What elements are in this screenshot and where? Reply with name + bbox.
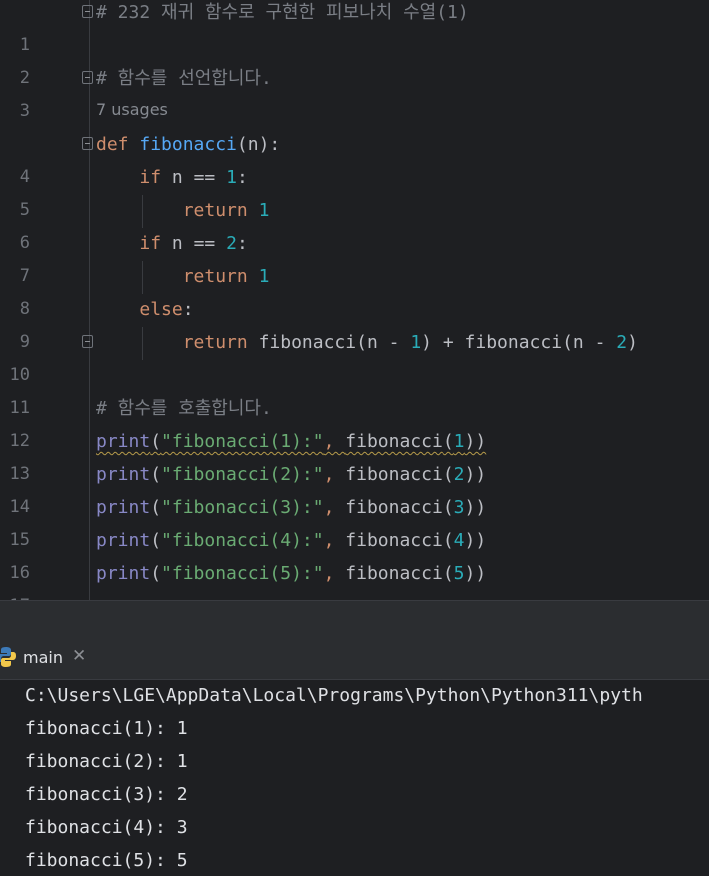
python-icon [0, 646, 16, 668]
code-line[interactable]: 15 print("fibonacci(3):", fibonacci(3)) [0, 491, 709, 550]
param-name: n [247, 134, 259, 155]
keyword-def: def [96, 134, 129, 155]
code-line[interactable]: 9 else: [0, 293, 709, 352]
close-icon[interactable]: ✕ [72, 646, 86, 666]
call-name: fibonacci [345, 497, 443, 518]
comment-text: # 함수를 호출합니다. [96, 398, 272, 419]
run-console-output[interactable]: C:\Users\LGE\AppData\Local\Programs\Pyth… [0, 680, 709, 876]
code-line[interactable]: 13 print("fibonacci(1):", fibonacci(1)) [0, 425, 709, 484]
string-literal: "fibonacci(2):" [161, 464, 324, 485]
comment-text: # 232 재귀 함수로 구현한 피보나치 수열(1) [96, 2, 469, 23]
console-line: fibonacci(2): 1 [25, 751, 188, 772]
number-literal: 1 [410, 332, 422, 353]
number-literal: 2 [453, 464, 465, 485]
builtin-print: print [96, 497, 151, 518]
keyword-if: if [139, 167, 162, 188]
string-literal: "fibonacci(5):" [161, 563, 324, 584]
param-name: n [171, 233, 183, 254]
operator: == [193, 167, 216, 188]
string-literal: "fibonacci(1):" [161, 431, 324, 452]
keyword-else: else [139, 299, 183, 320]
call-name: fibonacci [258, 332, 357, 353]
code-line[interactable]: 17 print("fibonacci(5):", fibonacci(5)) [0, 557, 709, 600]
call-name: fibonacci [345, 530, 443, 551]
fold-icon[interactable] [82, 335, 93, 348]
operator: + [432, 332, 465, 353]
expression: n - [572, 332, 617, 353]
call-name: fibonacci [345, 431, 443, 452]
code-line[interactable]: 10 return fibonacci(n - 1) + fibonacci(n… [0, 326, 709, 385]
fold-icon[interactable] [82, 71, 93, 84]
builtin-print: print [96, 464, 151, 485]
console-line: C:\Users\LGE\AppData\Local\Programs\Pyth… [25, 685, 643, 706]
code-line[interactable]: 12 # 함수를 호출합니다. [0, 392, 709, 451]
keyword-return: return [182, 200, 248, 221]
run-tab-bar: main ✕ [0, 637, 709, 680]
code-line[interactable]: 2 [0, 29, 709, 88]
keyword-if: if [139, 233, 162, 254]
keyword-return: return [182, 332, 248, 353]
comment-text: # 함수를 선언합니다. [96, 68, 272, 89]
number-literal: 3 [453, 497, 465, 518]
number-literal: 1 [453, 431, 465, 452]
operator: == [193, 233, 216, 254]
fold-icon[interactable] [82, 137, 93, 150]
code-editor[interactable]: 1 # 232 재귀 함수로 구현한 피보나치 수열(1) 2 3 # 함수를 … [0, 0, 709, 600]
usages-hint[interactable]: 7 usages [96, 100, 168, 119]
number-literal: 1 [258, 266, 270, 287]
line-number: 3 [19, 101, 30, 121]
call-name: fibonacci [345, 464, 443, 485]
code-line[interactable]: 16 print("fibonacci(4):", fibonacci(4)) [0, 524, 709, 583]
code-line[interactable]: 11 [0, 359, 709, 418]
number-literal: 1 [226, 167, 237, 188]
code-line[interactable]: 4 def fibonacci(n): [0, 128, 709, 187]
string-literal: "fibonacci(4):" [161, 530, 324, 551]
code-line[interactable]: 14 print("fibonacci(2):", fibonacci(2)) [0, 458, 709, 517]
call-name: fibonacci [345, 563, 443, 584]
console-line: fibonacci(5): 5 [25, 850, 188, 871]
string-literal: "fibonacci(3):" [161, 497, 324, 518]
code-line[interactable]: 6 return 1 [0, 194, 709, 253]
code-line[interactable]: 8 return 1 [0, 260, 709, 319]
console-line: fibonacci(4): 3 [25, 817, 188, 838]
builtin-print: print [96, 563, 151, 584]
number-literal: 5 [453, 563, 465, 584]
call-name: fibonacci [464, 332, 563, 353]
builtin-print: print [96, 431, 151, 452]
code-line[interactable]: 1 # 232 재귀 함수로 구현한 피보나치 수열(1) [0, 0, 709, 55]
code-line[interactable]: 7 if n == 2: [0, 227, 709, 286]
param-name: n [171, 167, 183, 188]
code-line[interactable]: 3 # 함수를 선언합니다. [0, 62, 709, 121]
console-line: fibonacci(1): 1 [25, 718, 188, 739]
fold-icon[interactable] [82, 5, 93, 18]
number-literal: 2 [616, 332, 628, 353]
number-literal: 4 [453, 530, 465, 551]
function-name: fibonacci [139, 134, 237, 155]
number-literal: 1 [258, 200, 270, 221]
expression: n - [366, 332, 411, 353]
console-line: fibonacci(3): 2 [25, 784, 188, 805]
line-number: 17 [0, 590, 30, 600]
code-line[interactable]: 5 if n == 1: [0, 161, 709, 220]
panel-gap [0, 601, 709, 637]
run-tab-main[interactable]: main [23, 648, 63, 667]
builtin-print: print [96, 530, 151, 551]
keyword-return: return [182, 266, 248, 287]
number-literal: 2 [226, 233, 237, 254]
